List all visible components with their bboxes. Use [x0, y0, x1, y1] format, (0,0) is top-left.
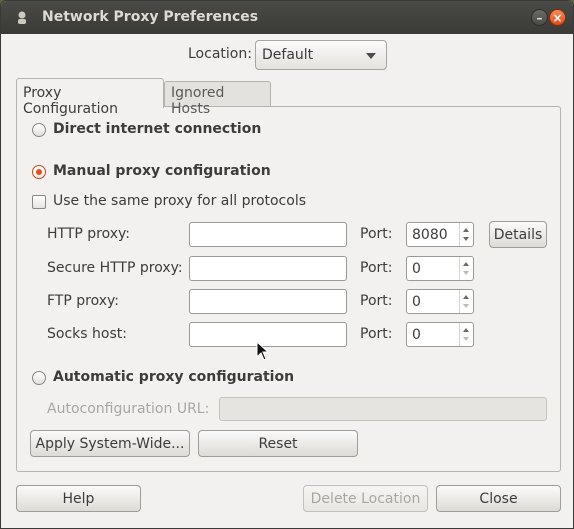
autoconfig-url-label: Autoconfiguration URL: — [47, 401, 210, 417]
help-button[interactable]: Help — [16, 485, 141, 512]
http-port-value: 8080 — [412, 227, 448, 243]
http-proxy-input[interactable] — [189, 222, 347, 247]
ftp-proxy-label: FTP proxy: — [47, 293, 119, 309]
spin-up-icon[interactable] — [463, 295, 469, 299]
reset-button[interactable]: Reset — [198, 430, 358, 457]
spin-down-icon[interactable] — [463, 271, 469, 275]
tab-proxy-configuration-label: Proxy Configuration — [23, 85, 118, 117]
http-proxy-label: HTTP proxy: — [47, 226, 131, 242]
http-port-spinner[interactable]: 8080 — [406, 222, 474, 247]
spin-up-icon[interactable] — [463, 262, 469, 266]
tab-ignored-hosts[interactable]: Ignored Hosts — [164, 81, 271, 117]
spin-down-icon[interactable] — [463, 237, 469, 241]
ftp-proxy-input[interactable] — [189, 289, 347, 314]
ftp-port-spinner[interactable]: 0 — [406, 289, 474, 314]
ftp-port-value: 0 — [412, 294, 421, 310]
app-icon — [18, 11, 26, 24]
spin-buttons[interactable] — [459, 323, 473, 346]
manual-proxy-label: Manual proxy configuration — [53, 163, 271, 179]
direct-connection-label: Direct internet connection — [53, 121, 262, 137]
details-button[interactable]: Details — [489, 221, 547, 248]
spin-up-icon[interactable] — [463, 228, 469, 232]
title-bar[interactable]: Network Proxy Preferences – × — [1, 1, 573, 34]
spin-down-icon[interactable] — [463, 304, 469, 308]
secure-http-port-label: Port: — [360, 260, 393, 276]
same-proxy-checkbox[interactable] — [32, 195, 46, 209]
socks-host-label: Socks host: — [47, 326, 127, 342]
apply-system-wide-button[interactable]: Apply System-Wide... — [30, 430, 190, 457]
spin-down-icon[interactable] — [463, 337, 469, 341]
window-title: Network Proxy Preferences — [42, 9, 259, 25]
secure-http-port-value: 0 — [412, 261, 421, 277]
close-button[interactable]: Close — [436, 485, 561, 512]
socks-port-label: Port: — [360, 326, 393, 342]
automatic-proxy-radio[interactable] — [32, 371, 46, 385]
minimize-icon[interactable]: – — [531, 9, 548, 26]
location-select[interactable]: Default — [255, 40, 387, 70]
socks-port-value: 0 — [412, 327, 421, 343]
location-value: Default — [262, 47, 314, 63]
autoconfig-url-input[interactable] — [219, 397, 547, 421]
socks-port-spinner[interactable]: 0 — [406, 322, 474, 347]
manual-proxy-radio[interactable] — [32, 165, 46, 179]
secure-http-proxy-label: Secure HTTP proxy: — [47, 260, 183, 276]
automatic-proxy-label: Automatic proxy configuration — [53, 369, 295, 385]
spin-buttons[interactable] — [459, 257, 473, 280]
ftp-port-label: Port: — [360, 293, 393, 309]
direct-connection-radio[interactable] — [32, 123, 46, 137]
spin-buttons[interactable] — [459, 223, 473, 246]
secure-http-port-spinner[interactable]: 0 — [406, 256, 474, 281]
same-proxy-label: Use the same proxy for all protocols — [53, 193, 307, 209]
proxy-preferences-window: Network Proxy Preferences – × Location: … — [0, 0, 574, 529]
spin-buttons[interactable] — [459, 290, 473, 313]
tab-proxy-configuration[interactable]: Proxy Configuration — [16, 78, 164, 117]
close-window-icon[interactable]: × — [549, 9, 566, 26]
mouse-pointer-icon — [256, 341, 270, 361]
location-label: Location: — [188, 46, 252, 62]
delete-location-button[interactable]: Delete Location — [303, 485, 428, 512]
spin-up-icon[interactable] — [463, 328, 469, 332]
http-port-label: Port: — [360, 226, 393, 242]
secure-http-proxy-input[interactable] — [189, 256, 347, 281]
chevron-down-icon — [366, 53, 376, 59]
